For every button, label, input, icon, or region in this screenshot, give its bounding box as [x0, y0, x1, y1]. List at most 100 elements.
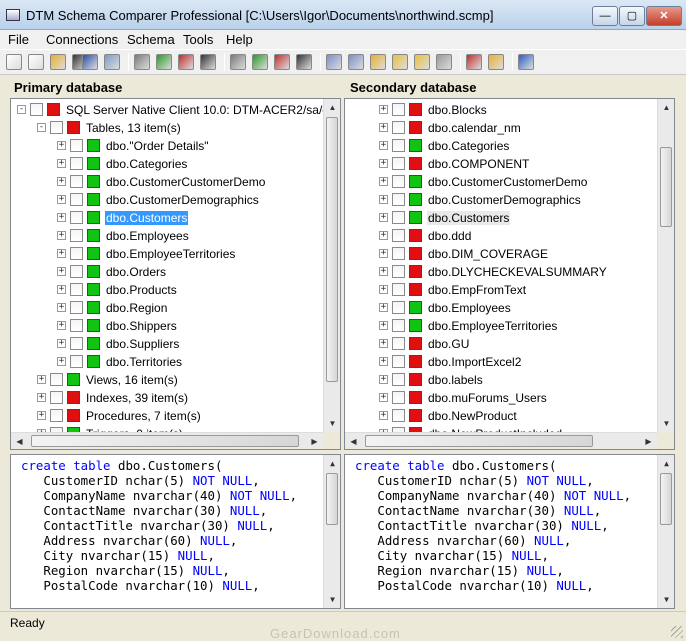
expand-icon[interactable]: + — [57, 141, 66, 150]
refresh-secondary-icon[interactable] — [252, 54, 268, 70]
node-checkbox[interactable] — [392, 319, 405, 332]
expand-icon[interactable]: + — [379, 357, 388, 366]
tree-node[interactable]: + dbo.CustomerCustomerDemo — [345, 173, 674, 191]
node-checkbox[interactable] — [70, 139, 83, 152]
new-project-icon[interactable] — [6, 54, 22, 70]
tree-node[interactable]: + dbo.CustomerDemographics — [11, 191, 340, 209]
node-checkbox[interactable] — [70, 265, 83, 278]
primary-tree-vscroll[interactable]: ▲ ▼ — [323, 99, 340, 432]
expand-icon[interactable]: + — [57, 213, 66, 222]
node-checkbox[interactable] — [392, 175, 405, 188]
node-checkbox[interactable] — [392, 193, 405, 206]
tree-node[interactable]: + dbo.labels — [345, 371, 674, 389]
tree-node[interactable]: + dbo.Territories — [11, 353, 340, 371]
menu-file[interactable]: File — [8, 32, 29, 47]
tree-node[interactable]: + dbo.ImportExcel2 — [345, 353, 674, 371]
open-folder-icon[interactable] — [50, 54, 66, 70]
tree-node[interactable]: + dbo.ddd — [345, 227, 674, 245]
expand-icon[interactable]: + — [379, 123, 388, 132]
node-checkbox[interactable] — [392, 391, 405, 404]
expand-icon[interactable]: + — [57, 267, 66, 276]
node-checkbox[interactable] — [50, 409, 63, 422]
node-checkbox[interactable] — [392, 409, 405, 422]
expand-icon[interactable]: + — [379, 339, 388, 348]
scroll-up-icon[interactable]: ▲ — [324, 455, 340, 472]
tree-node[interactable]: + Views, 16 item(s) — [11, 371, 340, 389]
node-checkbox[interactable] — [392, 157, 405, 170]
tree-node[interactable]: + dbo.DIM_COVERAGE — [345, 245, 674, 263]
node-checkbox[interactable] — [392, 337, 405, 350]
collapse-icon[interactable]: - — [37, 123, 46, 132]
node-checkbox[interactable] — [70, 157, 83, 170]
tree-node[interactable]: + dbo.COMPONENT — [345, 155, 674, 173]
node-checkbox[interactable] — [50, 373, 63, 386]
expand-icon[interactable]: + — [379, 411, 388, 420]
sync-left-icon[interactable] — [392, 54, 408, 70]
expand-icon[interactable]: + — [379, 267, 388, 276]
tree-node[interactable]: - SQL Server Native Client 10.0: DTM-ACER… — [11, 101, 340, 119]
sync-right-icon[interactable] — [414, 54, 430, 70]
maximize-button[interactable]: ▢ — [619, 6, 645, 26]
diff-icon[interactable] — [370, 54, 386, 70]
expand-icon[interactable]: + — [57, 357, 66, 366]
expand-icon[interactable]: + — [379, 231, 388, 240]
tree-node[interactable]: + dbo.DLYCHECKEVALSUMMARY — [345, 263, 674, 281]
node-checkbox[interactable] — [70, 229, 83, 242]
tree-node[interactable]: + dbo.Products — [11, 281, 340, 299]
secondary-sql-pane[interactable]: PostalCode nvarchar(10) NULL, Region nva… — [344, 454, 675, 609]
secondary-tree[interactable]: +dbo.NewProductIncluded+dbo.NewProduct+d… — [344, 98, 675, 450]
node-checkbox[interactable] — [70, 175, 83, 188]
scroll-thumb[interactable] — [31, 435, 299, 447]
expand-icon[interactable]: + — [57, 177, 66, 186]
scroll-down-icon[interactable]: ▼ — [658, 415, 674, 432]
resize-grip-icon[interactable] — [671, 626, 683, 638]
node-checkbox[interactable] — [392, 373, 405, 386]
scroll-down-icon[interactable]: ▼ — [324, 591, 340, 608]
node-checkbox[interactable] — [70, 319, 83, 332]
tree-node[interactable]: + dbo.muForums_Users — [345, 389, 674, 407]
tree-node[interactable]: + Indexes, 39 item(s) — [11, 389, 340, 407]
node-checkbox[interactable] — [392, 265, 405, 278]
help-icon[interactable] — [518, 54, 534, 70]
tools-icon[interactable] — [466, 54, 482, 70]
tree-node[interactable]: + dbo.Blocks — [345, 101, 674, 119]
close-button[interactable]: ✕ — [646, 6, 682, 26]
scroll-left-icon[interactable]: ◀ — [11, 433, 28, 449]
expand-icon[interactable]: + — [379, 177, 388, 186]
primary-tree-hscroll[interactable]: ◀ ▶ — [11, 432, 323, 449]
node-checkbox[interactable] — [50, 121, 63, 134]
tree-node[interactable]: + dbo.CustomerDemographics — [345, 191, 674, 209]
expand-icon[interactable]: + — [57, 195, 66, 204]
node-checkbox[interactable] — [392, 283, 405, 296]
expand-icon[interactable]: + — [37, 375, 46, 384]
scroll-thumb[interactable] — [365, 435, 593, 447]
menu-help[interactable]: Help — [226, 32, 253, 47]
tree-node[interactable]: + Procedures, 7 item(s) — [11, 407, 340, 425]
scroll-thumb[interactable] — [326, 117, 338, 382]
tree-node[interactable]: + dbo."Order Details" — [11, 137, 340, 155]
expand-icon[interactable]: + — [379, 393, 388, 402]
tree-node[interactable]: + dbo.Shippers — [11, 317, 340, 335]
node-checkbox[interactable] — [392, 355, 405, 368]
scroll-thumb[interactable] — [660, 147, 672, 227]
expand-icon[interactable]: + — [57, 159, 66, 168]
tree-node[interactable]: + dbo.EmployeeTerritories — [11, 245, 340, 263]
refresh-primary-icon[interactable] — [156, 54, 172, 70]
tree-node[interactable]: + dbo.Categories — [11, 155, 340, 173]
tree-node[interactable]: + dbo.GU — [345, 335, 674, 353]
tree-node[interactable]: + dbo.Employees — [11, 227, 340, 245]
tree-node[interactable]: - Tables, 13 item(s) — [11, 119, 340, 137]
scroll-left-icon[interactable]: ◀ — [345, 433, 362, 449]
secondary-sql-vscroll[interactable]: ▲ ▼ — [657, 455, 674, 608]
expand-icon[interactable]: + — [57, 321, 66, 330]
node-checkbox[interactable] — [392, 121, 405, 134]
node-checkbox[interactable] — [392, 211, 405, 224]
menu-tools[interactable]: Tools — [183, 32, 213, 47]
menu-connections[interactable]: Connections — [46, 32, 118, 47]
scroll-thumb[interactable] — [326, 473, 338, 525]
node-checkbox[interactable] — [70, 211, 83, 224]
expand-icon[interactable]: + — [379, 141, 388, 150]
node-checkbox[interactable] — [70, 337, 83, 350]
scroll-down-icon[interactable]: ▼ — [324, 415, 340, 432]
primary-sql-vscroll[interactable]: ▲ ▼ — [323, 455, 340, 608]
